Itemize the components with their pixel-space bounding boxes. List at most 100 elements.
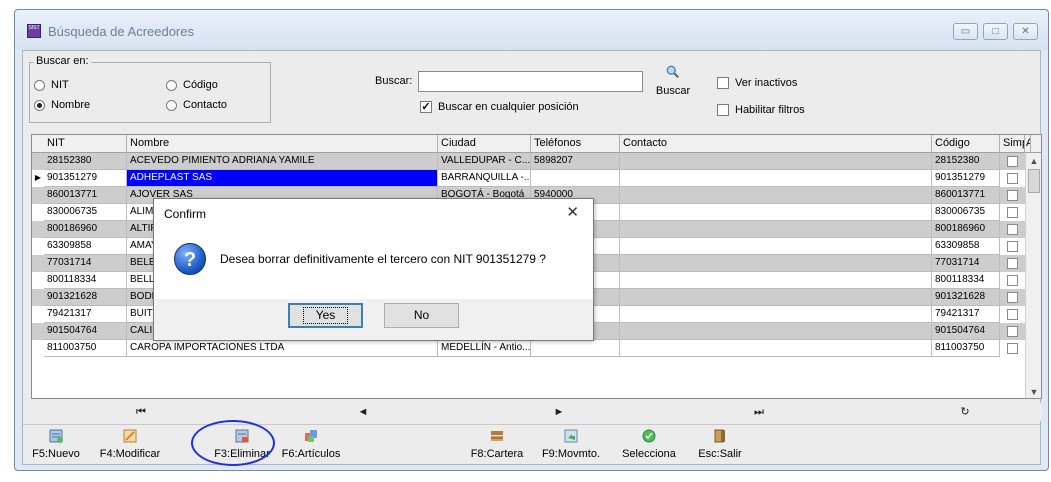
search-input[interactable] bbox=[418, 71, 643, 92]
cell-nit[interactable]: 811003750 bbox=[44, 340, 127, 357]
selecciona-button[interactable]: Selecciona bbox=[621, 428, 677, 464]
habilitar-filtros-checkbox[interactable]: Habilitar filtros bbox=[717, 104, 805, 116]
simp-checkbox[interactable] bbox=[1007, 343, 1018, 354]
col-simp[interactable]: Simp bbox=[1000, 135, 1025, 153]
cell-nit[interactable]: 901504764 bbox=[44, 323, 127, 340]
col-nit[interactable]: NIT bbox=[32, 135, 127, 153]
next-record-icon[interactable]: ► bbox=[549, 403, 569, 421]
radio-contacto[interactable]: Contacto bbox=[166, 99, 227, 111]
yes-button[interactable]: Yes bbox=[288, 303, 363, 328]
search-button[interactable]: Buscar bbox=[653, 65, 693, 109]
movmto-button[interactable]: F9:Movmto. bbox=[541, 428, 601, 464]
cell-codigo[interactable]: 830006735 bbox=[932, 204, 1000, 221]
cell-nit[interactable]: 77031714 bbox=[44, 255, 127, 272]
radio-nombre[interactable]: Nombre bbox=[34, 99, 90, 111]
any-position-check[interactable]: ✓ bbox=[420, 101, 432, 113]
scroll-up-icon[interactable]: ▲ bbox=[1026, 153, 1041, 169]
simp-checkbox[interactable] bbox=[1007, 258, 1018, 269]
col-telefonos[interactable]: Teléfonos bbox=[531, 135, 620, 153]
col-codigo[interactable]: Código bbox=[932, 135, 1000, 153]
table-row[interactable]: 28152380 ACEVEDO PIMIENTO ADRIANA YAMILE V… bbox=[32, 153, 1027, 170]
cell-telefonos[interactable]: 5898207 bbox=[531, 153, 620, 170]
cell-codigo[interactable]: 63309858 bbox=[932, 238, 1000, 255]
cell-codigo[interactable]: 901321628 bbox=[932, 289, 1000, 306]
simp-checkbox[interactable] bbox=[1007, 326, 1018, 337]
cell-codigo[interactable]: 811003750 bbox=[932, 340, 1000, 357]
cell-telefonos[interactable] bbox=[531, 170, 620, 187]
dialog-close-icon[interactable]: ✕ bbox=[566, 203, 579, 221]
cell-codigo[interactable]: 77031714 bbox=[932, 255, 1000, 272]
cell-nit[interactable]: 63309858 bbox=[44, 238, 127, 255]
cell-contacto[interactable] bbox=[620, 255, 932, 272]
cell-nit[interactable]: 79421317 bbox=[44, 306, 127, 323]
simp-checkbox[interactable] bbox=[1007, 275, 1018, 286]
cell-nit[interactable]: 901321628 bbox=[44, 289, 127, 306]
radio-circle[interactable] bbox=[166, 79, 177, 91]
cell-codigo[interactable]: 800118334 bbox=[932, 272, 1000, 289]
table-row[interactable]: 811003750 CAROPA IMPORTACIONES LTDA MEDELL… bbox=[32, 340, 1027, 357]
cell-contacto[interactable] bbox=[620, 153, 932, 170]
cell-codigo[interactable]: 901504764 bbox=[932, 323, 1000, 340]
simp-checkbox[interactable] bbox=[1007, 207, 1018, 218]
cell-codigo[interactable]: 79421317 bbox=[932, 306, 1000, 323]
radio-circle[interactable] bbox=[166, 99, 177, 111]
last-record-icon[interactable]: ⏭ bbox=[749, 403, 769, 421]
close-window-button[interactable]: ✕ bbox=[1013, 23, 1038, 40]
cell-codigo[interactable]: 800186960 bbox=[932, 221, 1000, 238]
col-nombre[interactable]: Nombre bbox=[127, 135, 438, 153]
cell-nombre[interactable]: ACEVEDO PIMIENTO ADRIANA YAMILE bbox=[127, 153, 438, 170]
cell-nit[interactable]: 28152380 bbox=[44, 153, 127, 170]
no-button[interactable]: No bbox=[384, 303, 459, 328]
maximize-button[interactable]: □ bbox=[983, 23, 1008, 40]
cell-contacto[interactable] bbox=[620, 187, 932, 204]
simp-checkbox[interactable] bbox=[1007, 292, 1018, 303]
cell-nit[interactable]: 800186960 bbox=[44, 221, 127, 238]
cell-contacto[interactable] bbox=[620, 204, 932, 221]
any-position-checkbox[interactable]: ✓ Buscar en cualquier posición bbox=[420, 101, 579, 113]
radio-codigo[interactable]: Código bbox=[166, 79, 218, 91]
prev-record-icon[interactable]: ◄ bbox=[353, 403, 373, 421]
articulos-button[interactable]: F6:Artículos bbox=[279, 428, 343, 464]
simp-checkbox[interactable] bbox=[1007, 156, 1018, 167]
cell-ciudad[interactable]: VALLEDUPAR - C... bbox=[438, 153, 531, 170]
col-contacto[interactable]: Contacto bbox=[620, 135, 932, 153]
cell-codigo[interactable]: 860013771 bbox=[932, 187, 1000, 204]
simp-checkbox[interactable] bbox=[1007, 309, 1018, 320]
cell-contacto[interactable] bbox=[620, 221, 932, 238]
cell-nombre[interactable]: ADHEPLAST SAS bbox=[127, 170, 438, 187]
simp-checkbox[interactable] bbox=[1007, 224, 1018, 235]
cell-contacto[interactable] bbox=[620, 323, 932, 340]
habilitar-filtros-check[interactable] bbox=[717, 104, 729, 116]
radio-circle[interactable] bbox=[34, 79, 45, 91]
cell-ciudad[interactable]: BARRANQUILLA -... bbox=[438, 170, 531, 187]
modificar-button[interactable]: F4:Modificar bbox=[97, 428, 163, 464]
cell-contacto[interactable] bbox=[620, 289, 932, 306]
cell-ciudad[interactable]: MEDELLÍN - Antio... bbox=[438, 340, 531, 357]
vertical-scrollbar[interactable]: ▲ ▼ bbox=[1025, 153, 1041, 398]
minimize-button[interactable]: ▭ bbox=[953, 23, 978, 40]
cell-nombre[interactable]: CAROPA IMPORTACIONES LTDA bbox=[127, 340, 438, 357]
cell-nit[interactable]: 830006735 bbox=[44, 204, 127, 221]
cell-contacto[interactable] bbox=[620, 340, 932, 357]
nuevo-button[interactable]: F5:Nuevo bbox=[31, 428, 81, 464]
ver-inactivos-checkbox[interactable]: Ver inactivos bbox=[717, 77, 797, 89]
table-row[interactable]: ▶ 901351279 ADHEPLAST SAS BARRANQUILLA -...… bbox=[32, 170, 1027, 187]
cell-nit[interactable]: 860013771 bbox=[44, 187, 127, 204]
simp-checkbox[interactable] bbox=[1007, 190, 1018, 201]
cell-codigo[interactable]: 901351279 bbox=[932, 170, 1000, 187]
col-a[interactable]: A bbox=[1025, 135, 1031, 153]
radio-nit[interactable]: NIT bbox=[34, 79, 69, 91]
cell-codigo[interactable]: 28152380 bbox=[932, 153, 1000, 170]
simp-checkbox[interactable] bbox=[1007, 241, 1018, 252]
simp-checkbox[interactable] bbox=[1007, 173, 1018, 184]
cell-contacto[interactable] bbox=[620, 306, 932, 323]
eliminar-button[interactable]: F3:Eliminar bbox=[213, 428, 271, 464]
col-ciudad[interactable]: Ciudad bbox=[438, 135, 531, 153]
cell-contacto[interactable] bbox=[620, 238, 932, 255]
radio-circle-selected[interactable] bbox=[34, 99, 45, 111]
cell-telefonos[interactable] bbox=[531, 340, 620, 357]
ver-inactivos-check[interactable] bbox=[717, 77, 729, 89]
cell-nit[interactable]: 800118334 bbox=[44, 272, 127, 289]
cell-nit[interactable]: 901351279 bbox=[44, 170, 127, 187]
cartera-button[interactable]: F8:Cartera bbox=[469, 428, 525, 464]
